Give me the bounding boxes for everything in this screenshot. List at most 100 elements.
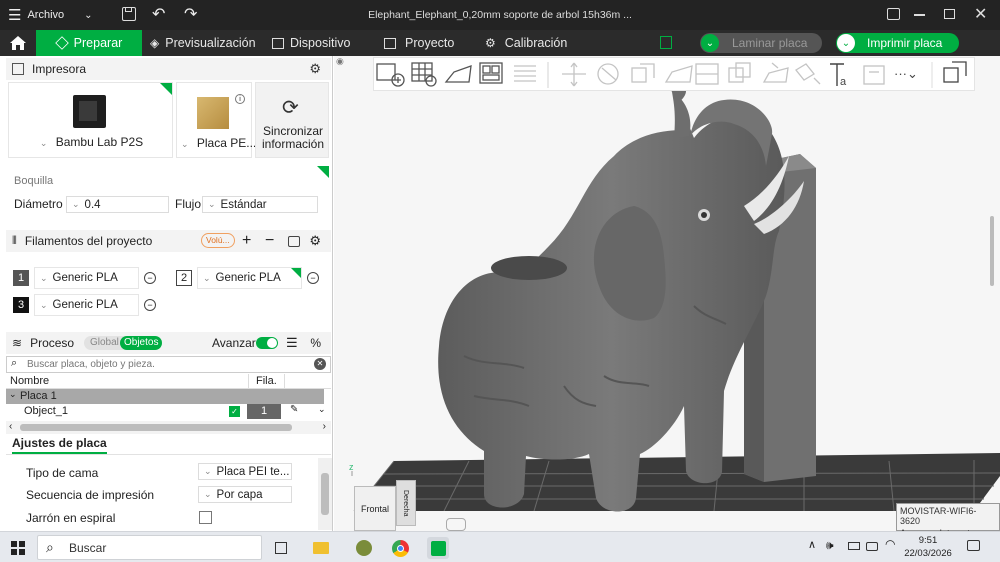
tab-device[interactable]: Dispositivo [272, 30, 350, 56]
tab-prepare[interactable]: Preparar [36, 30, 142, 56]
battery-icon[interactable] [848, 542, 860, 550]
tab-calibration[interactable]: ⚙ Calibración [485, 30, 567, 56]
cut-icon[interactable] [695, 63, 719, 85]
scroll-right-icon[interactable]: › [323, 421, 326, 432]
more-tools-icon[interactable]: ···⌄ [894, 66, 918, 81]
plate-layout-icon[interactable] [660, 36, 672, 49]
scroll-down-icon[interactable]: ⌄ [318, 404, 326, 415]
print-plate-button[interactable]: ⌄ Imprimir placa [836, 33, 959, 53]
printer-card[interactable]: ⌄ Bambu Lab P2S [8, 82, 173, 158]
filament-select[interactable]: ⌄ Generic PLA [34, 267, 139, 289]
assembly-icon[interactable] [943, 61, 967, 83]
settings-scroll-thumb[interactable] [321, 473, 329, 515]
info-icon[interactable]: i [235, 94, 245, 104]
bambu-studio-icon[interactable] [427, 537, 449, 559]
feedback-icon[interactable] [887, 8, 900, 20]
chevron-down-icon[interactable]: ⌄ [9, 389, 17, 400]
move-icon[interactable] [562, 62, 586, 87]
volume-badge[interactable]: Volú... [201, 233, 235, 248]
view-cube-right[interactable]: Derecha [396, 480, 416, 526]
task-view-icon[interactable] [270, 537, 292, 559]
sync-info-button[interactable]: ⟳ Sincronizar información [255, 82, 329, 158]
layout-icon[interactable] [514, 65, 536, 82]
minimize-button[interactable] [914, 14, 925, 16]
printer-settings-icon[interactable]: ⚙ [309, 61, 321, 77]
objects-option[interactable]: Objetos [120, 336, 163, 350]
filaments-section-header[interactable]: ⦀ Filamentos del proyecto Volú... + − ⚙ [6, 230, 331, 252]
camera-tray-icon[interactable] [866, 542, 878, 551]
chrome-icon[interactable] [389, 537, 411, 559]
bed-type-select[interactable]: ⌄ Placa PEI te... [198, 463, 292, 480]
taskbar-search[interactable]: ⌕ Buscar [37, 535, 262, 560]
arrange-icon[interactable] [479, 62, 503, 84]
flow-select[interactable]: ⌄ Estándar [202, 196, 318, 213]
add-object-icon[interactable] [376, 63, 405, 87]
clear-search-icon[interactable]: ✕ [314, 358, 326, 370]
scroll-thumb[interactable] [20, 424, 292, 431]
visible-checkbox[interactable]: ✓ [229, 406, 240, 417]
filament-settings-icon[interactable]: ⚙ [309, 233, 321, 249]
tab-project[interactable]: Proyecto [384, 30, 454, 56]
list-icon[interactable]: ☰ [286, 335, 298, 351]
search-placeholder[interactable]: Buscar placa, objeto y pieza. [27, 359, 155, 370]
spiral-checkbox[interactable] [199, 511, 212, 524]
volume-icon[interactable]: 🕪 [826, 538, 834, 553]
lay-on-face-icon[interactable] [664, 65, 693, 83]
scene[interactable]: z [334, 56, 1000, 531]
tab-plate-settings[interactable]: Ajustes de placa [12, 436, 107, 454]
object-list-hscrollbar[interactable]: ‹ › [6, 421, 331, 434]
object-filament-badge[interactable]: 1 [247, 404, 281, 419]
diameter-select[interactable]: ⌄ 0.4 [66, 196, 169, 213]
auto-orient-icon[interactable] [444, 65, 472, 83]
remove-filament-icon[interactable]: − [265, 232, 274, 250]
filament-remove-icon[interactable]: − [307, 272, 319, 284]
global-objects-toggle[interactable]: Global Objetos [84, 336, 163, 350]
filament-remove-icon[interactable]: − [144, 299, 156, 311]
home-button[interactable] [0, 30, 36, 56]
object-row[interactable]: Object_1 ✓ 1 ✎ ⌄ [6, 404, 326, 420]
advanced-toggle[interactable] [256, 337, 278, 349]
close-button[interactable]: ✕ [974, 4, 987, 24]
percent-icon[interactable]: % [310, 336, 321, 350]
process-section-header[interactable]: ≋ Proceso Global Objetos Avanzar ☰ % [6, 332, 331, 354]
filament-select[interactable]: ⌄ Generic PLA [197, 267, 302, 289]
camera-icon[interactable] [446, 518, 466, 531]
add-filament-icon[interactable]: + [242, 232, 251, 250]
filament-remove-icon[interactable]: − [144, 272, 156, 284]
view-cube[interactable]: Frontal Derecha [354, 478, 418, 531]
scroll-left-icon[interactable]: ‹ [9, 421, 12, 432]
slice-dropdown-icon[interactable]: ⌄ [701, 34, 719, 52]
add-plate-icon[interactable] [411, 62, 437, 87]
text-tool-icon[interactable]: a [830, 63, 847, 88]
color-paint-icon[interactable] [795, 63, 821, 85]
measure-icon[interactable] [863, 65, 885, 85]
object-search[interactable]: ⌕ Buscar placa, objeto y pieza. ✕ [6, 356, 331, 373]
scale-icon[interactable] [631, 63, 655, 83]
global-option[interactable]: Global [90, 337, 119, 348]
plate-card[interactable]: i ⌄ Placa PE... [176, 82, 256, 158]
printer-section-header[interactable]: Impresora ⚙ [6, 58, 331, 80]
clock-time[interactable]: 9:51 [908, 535, 948, 546]
sequence-select[interactable]: ⌄ Por capa [198, 486, 292, 503]
file-explorer-icon[interactable] [310, 537, 332, 559]
start-button[interactable] [7, 537, 29, 559]
view-cube-front[interactable]: Frontal [354, 486, 396, 531]
rotate-icon[interactable] [597, 63, 619, 85]
viewport-vscrollbar[interactable] [990, 216, 994, 286]
boolean-icon[interactable] [728, 62, 751, 83]
clock-date[interactable]: 22/03/2026 [901, 548, 955, 559]
settings-vscrollbar[interactable] [318, 458, 332, 530]
filament-select[interactable]: ⌄ Generic PLA [34, 294, 139, 316]
print-dropdown-icon[interactable]: ⌄ [837, 34, 855, 52]
sync-ams-icon[interactable] [288, 235, 300, 247]
plate-row[interactable]: ⌄ Placa 1 [6, 389, 324, 404]
show-hidden-icons[interactable]: ∧ [808, 538, 816, 551]
slice-plate-button[interactable]: ⌄ Laminar placa [700, 33, 822, 53]
paint-icon[interactable]: ✎ [290, 404, 298, 415]
wifi-icon[interactable]: ◠ [885, 537, 895, 551]
maximize-button[interactable] [944, 9, 955, 19]
3d-viewport[interactable]: z Frontal Derecha ◉ [334, 56, 1000, 531]
collapse-panel-icon[interactable]: ◉ [336, 56, 344, 67]
support-paint-icon[interactable] [762, 62, 789, 83]
tab-preview[interactable]: ◈ Previsualización [150, 30, 256, 56]
